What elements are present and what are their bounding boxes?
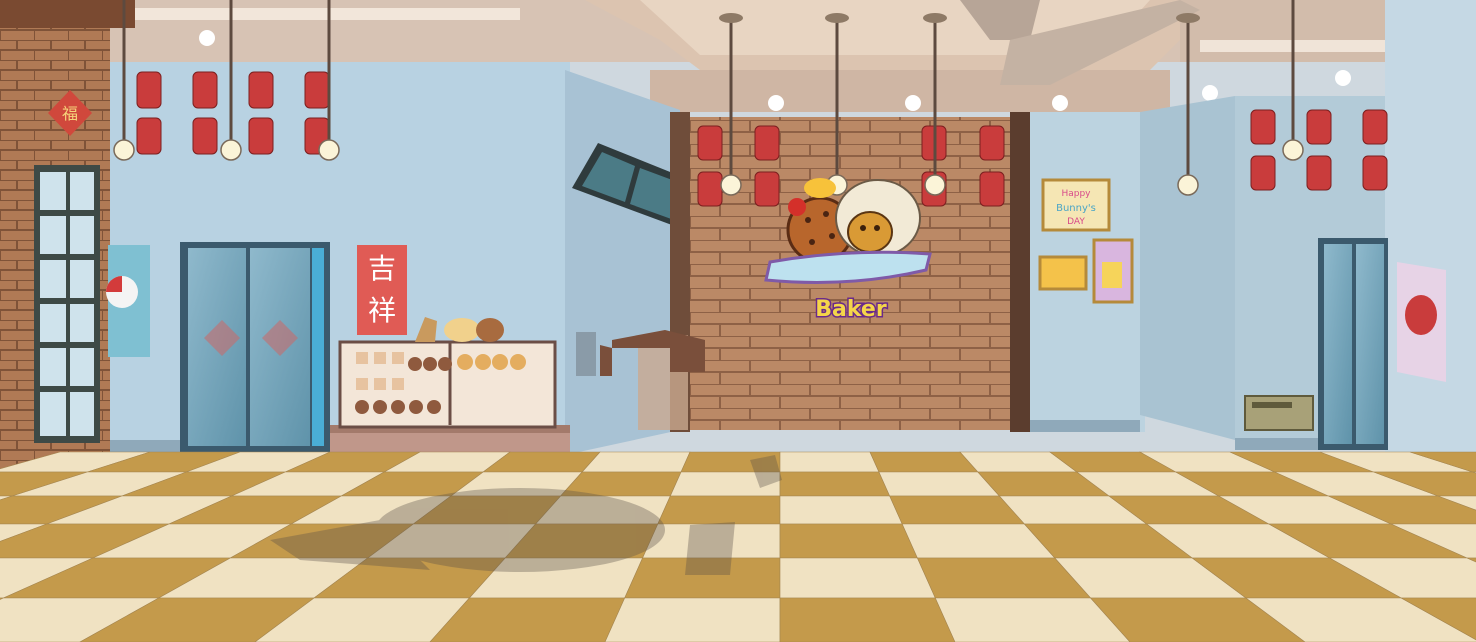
floor-tile: [779, 451, 880, 473]
floor-tile: [657, 495, 781, 525]
elevator-door-left: [180, 242, 330, 452]
floor-tile: [604, 597, 781, 642]
poster-text-line2: Bunny's: [1056, 203, 1096, 214]
checkered-floor: [0, 451, 1476, 642]
banner-text-bottom: 祥: [368, 294, 396, 327]
bakery-scene: 福 吉 祥 Baker Happy Bunny's DAY: [0, 0, 1476, 642]
svg-text:福: 福: [62, 104, 78, 123]
floor-tile: [779, 495, 903, 525]
baker-sign-text: Baker: [815, 297, 887, 322]
banner-text-top: 吉: [368, 252, 396, 285]
red-banner: 吉 祥: [357, 245, 407, 335]
floor-tile: [779, 597, 956, 642]
right-lantern-poster: [1397, 262, 1446, 382]
left-poster: [106, 245, 150, 357]
floor-tile: [869, 451, 979, 473]
floor-tile: [779, 471, 891, 497]
floor-tile: [779, 557, 936, 599]
mail-box[interactable]: [1244, 395, 1314, 431]
elevator-door-right: [1318, 238, 1388, 450]
floor-tile: [779, 523, 918, 559]
poster-text-line1: Happy: [1061, 189, 1091, 199]
poster-text-line3: DAY: [1067, 217, 1085, 227]
floor-tile: [581, 451, 691, 473]
